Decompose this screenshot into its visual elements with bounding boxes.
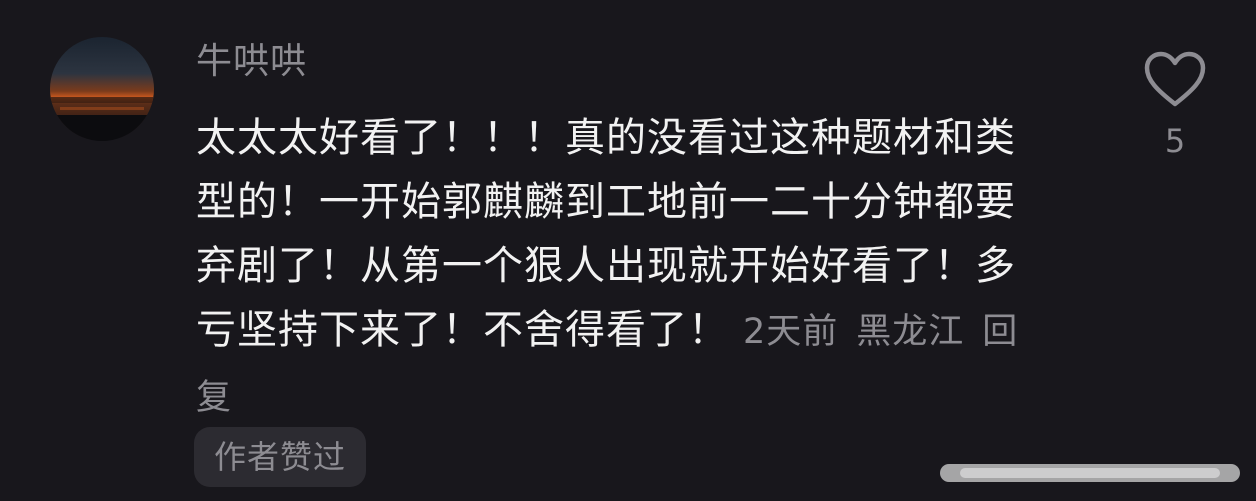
- author-liked-badge: 作者赞过: [194, 427, 367, 487]
- comment-body: 太太太好看了！！！真的没看过这种题材和类型的！一开始郭麒麟到工地前一二十分钟都要…: [196, 106, 1056, 430]
- comment-time: 2天前: [743, 312, 839, 352]
- like-group: 5: [1140, 50, 1210, 160]
- sunset-avatar-image: [50, 37, 154, 141]
- heart-icon[interactable]: [1143, 50, 1207, 108]
- user-avatar[interactable]: [50, 37, 154, 141]
- comment-location: 黑龙江: [856, 312, 965, 352]
- watermark-icon: [940, 464, 1240, 482]
- like-count: 5: [1164, 122, 1186, 160]
- username[interactable]: 牛哄哄: [196, 36, 307, 88]
- comment-item: 牛哄哄 太太太好看了！！！真的没看过这种题材和类型的！一开始郭麒麟到工地前一二十…: [0, 0, 1256, 501]
